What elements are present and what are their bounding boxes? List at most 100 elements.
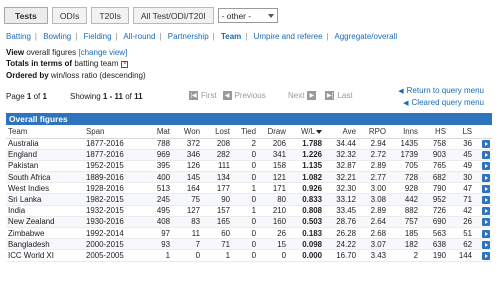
nav-aggregate-overall[interactable]: Aggregate/overall	[334, 32, 397, 41]
cleared-query-link[interactable]: Cleared query menu	[412, 98, 484, 107]
cell-lost: 90	[202, 193, 232, 206]
row-details-arrow-icon[interactable]	[482, 184, 490, 193]
row-details-arrow-icon[interactable]	[482, 251, 490, 260]
row-details-arrow-icon[interactable]	[482, 195, 490, 204]
cell-won: 7	[172, 238, 202, 251]
col-header-wl[interactable]: W/L	[288, 125, 324, 139]
table-body: Australia 1877-2016 788 372 208 2 206 1.788 34.4…	[6, 138, 492, 262]
cell-won: 372	[172, 138, 202, 150]
nav-fielding[interactable]: Fielding	[84, 32, 112, 41]
cleared-arrow-icon: ◀	[403, 100, 409, 107]
cell-inns: 757	[388, 216, 420, 229]
cell-wl: 0.503	[288, 216, 324, 229]
first-page-button[interactable]: |◀ First ◀ Previous	[186, 91, 266, 100]
page-total: 1	[42, 92, 47, 101]
next-label: Next	[288, 91, 305, 100]
cell-hs: 682	[420, 171, 448, 184]
showing-from: 1	[102, 92, 108, 101]
cell-tied: 0	[232, 149, 258, 161]
nav-batting[interactable]: Batting	[6, 32, 31, 41]
cell-mat: 97	[142, 227, 172, 240]
col-header-tied[interactable]: Tied	[232, 125, 258, 139]
nav-bowling[interactable]: Bowling	[43, 32, 71, 41]
cell-hs: 903	[420, 149, 448, 161]
cell-ls: 30	[448, 171, 474, 184]
cell-span: 2000-2015	[84, 238, 142, 251]
cell-hs: 952	[420, 193, 448, 206]
view-value: overall figures	[26, 48, 77, 57]
tab-odis[interactable]: ODIs	[51, 7, 88, 24]
table-row: ICC World XI 2005-2005 1 0 1 0 0 0.000 16.70 3.43…	[6, 249, 492, 262]
cell-span: 1930-2016	[84, 216, 142, 229]
cell-mat: 788	[142, 138, 172, 150]
col-header-rpo[interactable]: RPO	[358, 125, 388, 139]
col-header-ls[interactable]: LS	[448, 125, 474, 139]
row-details-arrow-icon[interactable]	[482, 140, 490, 148]
row-details-arrow-icon[interactable]	[482, 218, 490, 227]
row-details-arrow-icon[interactable]	[482, 173, 490, 182]
cell-hs: 690	[420, 216, 448, 229]
cell-inns: 1435	[388, 138, 420, 150]
col-header-hs[interactable]: HS	[420, 125, 448, 139]
col-header-inns[interactable]: Inns	[388, 125, 420, 139]
return-to-query-link[interactable]: Return to query menu	[407, 86, 484, 95]
cell-ave: 32.30	[324, 182, 358, 195]
cell-tied: 0	[232, 249, 258, 262]
remove-filter-icon[interactable]: ×	[121, 60, 129, 68]
cell-wl: 1.082	[288, 171, 324, 184]
last-label: Last	[337, 91, 353, 100]
next-page-button[interactable]: Next ▶ ▶| Last	[288, 91, 353, 100]
cell-rpo: 2.89	[358, 160, 388, 173]
row-details-arrow-icon[interactable]	[482, 240, 490, 249]
cell-wl: 0.000	[288, 249, 324, 262]
cell-ls: 51	[448, 227, 474, 240]
of-word: of	[33, 92, 41, 101]
tab-t20is[interactable]: T20Is	[91, 7, 129, 24]
sort-descending-icon	[316, 129, 322, 134]
cell-inns: 728	[388, 171, 420, 184]
tab-tests[interactable]: Tests	[4, 7, 48, 24]
cell-lost: 71	[202, 238, 232, 251]
col-header-lost[interactable]: Lost	[202, 125, 232, 139]
cell-ave: 26.28	[324, 227, 358, 240]
cell-wl: 0.183	[288, 227, 324, 240]
cell-draw: 160	[258, 216, 288, 229]
cell-ave: 33.45	[324, 205, 358, 217]
other-select[interactable]: - other -	[217, 8, 278, 23]
table-row: New Zealand 1930-2016 408 83 165 0 160 0.503 28.…	[6, 216, 492, 229]
table-row: Sri Lanka 1982-2015 245 75 90 0 80 0.833 33.12 3.…	[6, 193, 492, 206]
tab-all-formats[interactable]: All Test/ODI/T20I	[132, 7, 214, 24]
cell-won: 11	[172, 227, 202, 240]
totals-line: Totals in terms of batting team ×	[6, 58, 146, 69]
nav-team[interactable]: Team	[221, 32, 241, 41]
cell-team: Pakistan	[6, 160, 84, 173]
change-view-link[interactable]: [change view]	[78, 48, 127, 57]
cell-inns: 182	[388, 238, 420, 251]
ordered-label: Ordered by	[6, 70, 49, 80]
view-label: View	[6, 48, 25, 57]
row-details-arrow-icon[interactable]	[482, 207, 490, 216]
nav-umpire-referee[interactable]: Umpire and referee	[254, 32, 323, 41]
nav-all-round[interactable]: All-round	[123, 32, 155, 41]
col-header-draw[interactable]: Draw	[258, 125, 288, 139]
cell-team: Australia	[6, 138, 84, 150]
view-line: View overall figures [change view]	[6, 47, 146, 58]
cell-lost: 111	[202, 160, 232, 173]
row-details-arrow-icon[interactable]	[482, 151, 490, 160]
col-header-ave[interactable]: Ave	[324, 125, 358, 139]
row-details-arrow-icon[interactable]	[482, 162, 490, 171]
cell-ave: 33.12	[324, 193, 358, 206]
cell-span: 1877-2016	[84, 138, 142, 150]
col-header-won[interactable]: Won	[172, 125, 202, 139]
cell-won: 164	[172, 182, 202, 195]
nav-partnership[interactable]: Partnership	[168, 32, 209, 41]
return-arrow-icon: ◀	[398, 88, 404, 95]
nav-separator: |	[326, 32, 329, 41]
cell-action	[474, 205, 492, 217]
col-header-span[interactable]: Span	[84, 125, 142, 139]
col-header-team[interactable]: Team	[6, 125, 84, 139]
col-header-mat[interactable]: Mat	[142, 125, 172, 139]
cell-rpo: 3.07	[358, 238, 388, 251]
table-row: West Indies 1928-2016 513 164 177 1 171 0.926 32…	[6, 182, 492, 195]
row-details-arrow-icon[interactable]	[482, 229, 490, 238]
